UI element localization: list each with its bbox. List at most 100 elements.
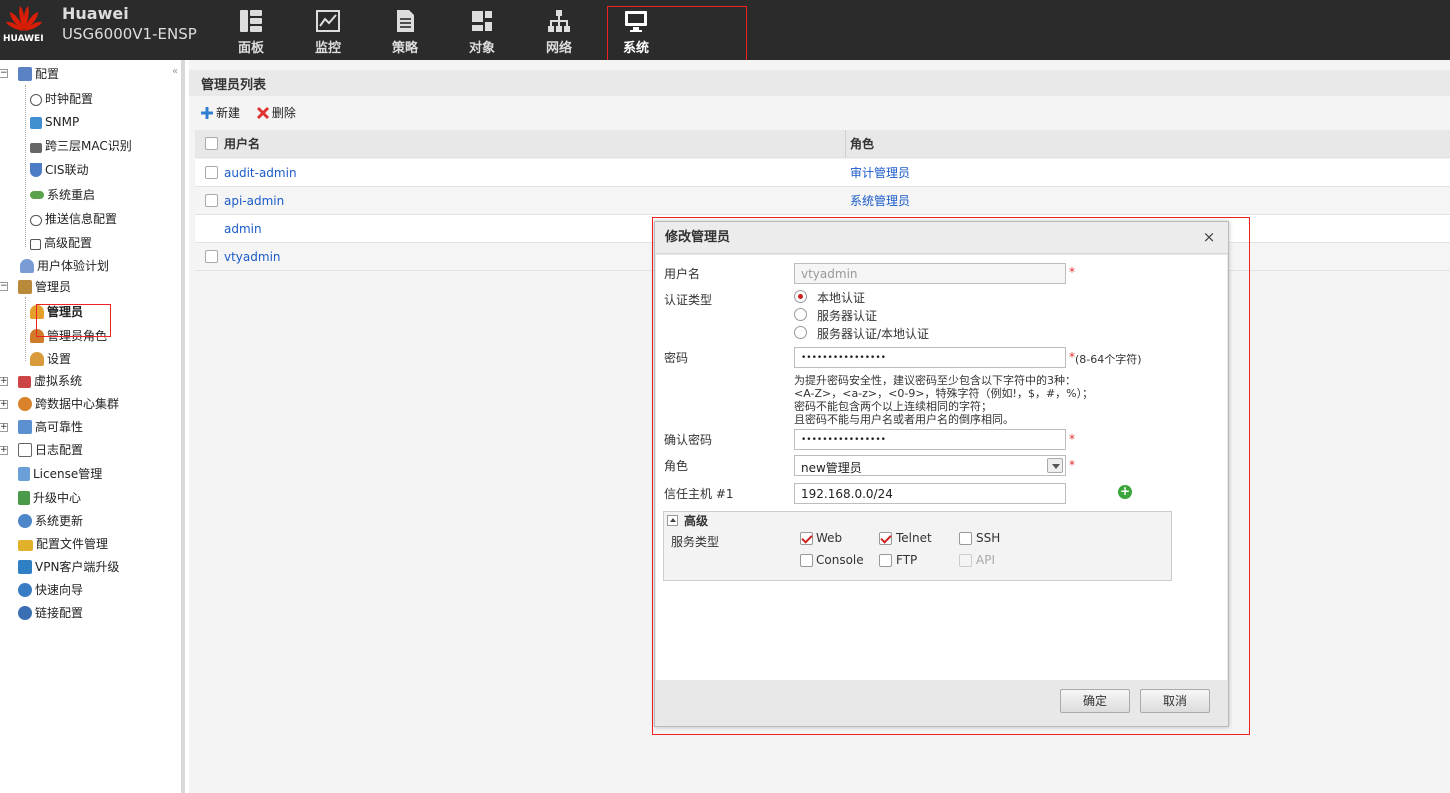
expand-toggle-log[interactable]: + [0,446,8,455]
expand-toggle-ha[interactable]: + [0,423,8,432]
sidebar-item-admin-group[interactable]: 管理员 [18,277,71,297]
expand-toggle-vsys[interactable]: + [0,377,8,386]
username-link[interactable]: admin [224,215,262,243]
close-icon[interactable]: × [1202,230,1216,245]
column-header-username[interactable]: 用户名 [224,130,260,158]
admin-group-icon [18,280,32,294]
sidebar-item-restart[interactable]: 系统重启 [30,185,95,205]
upgrade-icon [18,491,30,505]
service-ssh-checkbox[interactable] [959,532,972,545]
username-link[interactable]: vtyadmin [224,243,281,271]
username-link[interactable]: audit-admin [224,159,297,187]
delete-label: 删除 [271,106,296,120]
nav-policy[interactable]: 策略 [375,8,435,58]
cancel-button[interactable]: 取消 [1140,689,1210,713]
sidebar-item-label: SNMP [45,115,80,129]
sidebar-item-upgrade[interactable]: 升级中心 [18,488,81,508]
password-tip-line: 密码不能包含两个以上连续相同的字符； [794,400,992,413]
advanced-config-icon [30,239,41,250]
new-button[interactable]: 新建 [200,104,240,121]
sidebar-item-config[interactable]: 配置 [18,64,59,84]
sidebar-item-config-file[interactable]: 配置文件管理 [18,534,108,554]
sidebar-item-admin-role[interactable]: 管理员角色 [30,326,107,346]
sidebar-item-advanced[interactable]: 高级配置 [30,233,92,253]
sidebar-item-snmp[interactable]: SNMP [30,112,79,132]
delete-button[interactable]: 删除 [256,104,296,121]
sidebar-item-label: 跨三层MAC识别 [45,139,132,153]
service-web-checkbox[interactable] [800,532,813,545]
radio-local-auth[interactable] [794,290,807,303]
sidebar-item-push[interactable]: 推送信息配置 [30,209,117,229]
sidebar-item-log[interactable]: 日志配置 [18,440,83,460]
nav-monitor[interactable]: 监控 [298,8,358,58]
nav-network[interactable]: 网络 [529,8,589,58]
new-label: 新建 [216,106,241,120]
sidebar-item-cis[interactable]: CIS联动 [30,160,89,180]
column-header-role[interactable]: 角色 [850,130,874,158]
sidebar-item-link-config[interactable]: 链接配置 [18,603,83,623]
ok-button[interactable]: 确定 [1060,689,1130,713]
sidebar-item-vsys[interactable]: 虚拟系统 [18,371,82,391]
sidebar-item-sys-update[interactable]: 系统更新 [18,511,83,531]
sidebar-item-label: 时钟配置 [45,92,94,106]
sidebar-item-cluster[interactable]: 跨数据中心集群 [18,394,119,414]
role-link[interactable]: 系统管理员 [850,187,910,215]
radio-label: 本地认证 [817,291,866,305]
sidebar-item-label: 系统重启 [47,188,96,202]
row-checkbox[interactable] [205,250,218,263]
sidebar-item-mac[interactable]: 跨三层MAC识别 [30,136,132,156]
username-link[interactable]: api-admin [224,187,284,215]
nav-object[interactable]: 对象 [452,8,512,58]
sidebar-item-label: 链接配置 [35,606,84,620]
table-row[interactable]: api-admin 系统管理员 [195,187,1450,215]
sidebar-item-settings[interactable]: 设置 [30,349,71,369]
expand-toggle-admin[interactable]: − [0,282,8,291]
service-label: API [976,553,995,567]
role-link[interactable]: 审计管理员 [850,159,910,187]
chevron-down-icon[interactable] [1047,458,1063,473]
row-checkbox[interactable] [205,166,218,179]
device-model: USG6000V1-ENSP [62,25,197,43]
role-select[interactable]: new管理员 [794,455,1066,476]
sidebar-item-license[interactable]: License管理 [18,464,102,484]
row-checkbox[interactable] [205,194,218,207]
sidebar-item-ha[interactable]: 高可靠性 [18,417,83,437]
nav-label: 网络 [545,41,572,56]
service-label: Console [816,553,864,567]
select-all-checkbox[interactable] [205,137,218,150]
system-update-icon [18,514,32,528]
trusted-host-field[interactable]: 192.168.0.0/24 [794,483,1066,504]
expand-toggle-cluster[interactable]: + [0,400,8,409]
sidebar-item-quick-wizard[interactable]: 快速向导 [18,580,83,600]
add-trusted-host-icon[interactable]: + [1118,485,1132,499]
username-field: vtyadmin [794,263,1066,284]
sidebar-item-ux-plan[interactable]: 用户体验计划 [20,256,109,276]
advanced-section: 高级 服务类型 Web Telnet SSH Console FTP API [663,511,1172,581]
service-ftp-checkbox[interactable] [879,554,892,567]
clock-icon [30,94,42,106]
table-row[interactable]: audit-admin 审计管理员 [195,159,1450,187]
service-console-checkbox[interactable] [800,554,813,567]
nav-dashboard[interactable]: 面板 [221,8,281,58]
sidebar-item-clock[interactable]: 时钟配置 [30,89,93,109]
password-field[interactable]: •••••••••••••••• [794,347,1066,368]
collapse-sidebar-button[interactable]: « [172,66,178,77]
password-length-hint: (8-64个字符) [1075,353,1142,366]
sidebar-item-label: License管理 [33,467,103,481]
sidebar-item-admin[interactable]: 管理员 [30,302,83,322]
expand-toggle-config[interactable]: − [0,69,8,78]
nav-system[interactable]: 系统 [606,8,666,58]
confirm-password-field[interactable]: •••••••••••••••• [794,429,1066,450]
dialog-body: 用户名 vtyadmin * 认证类型 本地认证 服务器认证 服务器认证/本地认… [656,255,1227,680]
sidebar-item-label: 虚拟系统 [34,374,83,388]
role-select-value: new管理员 [801,461,862,475]
dashboard-icon [240,10,262,32]
radio-server-auth[interactable] [794,308,807,321]
password-tip-line: 为提升密码安全性，建议密码至少包含以下字符中的3种： [794,374,1076,387]
radio-server-local-auth[interactable] [794,326,807,339]
sidebar-item-vpn-client[interactable]: VPN客户端升级 [18,557,119,577]
username-label: 用户名 [664,267,701,281]
collapse-triangle-icon[interactable] [667,515,678,526]
service-telnet-checkbox[interactable] [879,532,892,545]
system-display-icon [625,11,647,32]
